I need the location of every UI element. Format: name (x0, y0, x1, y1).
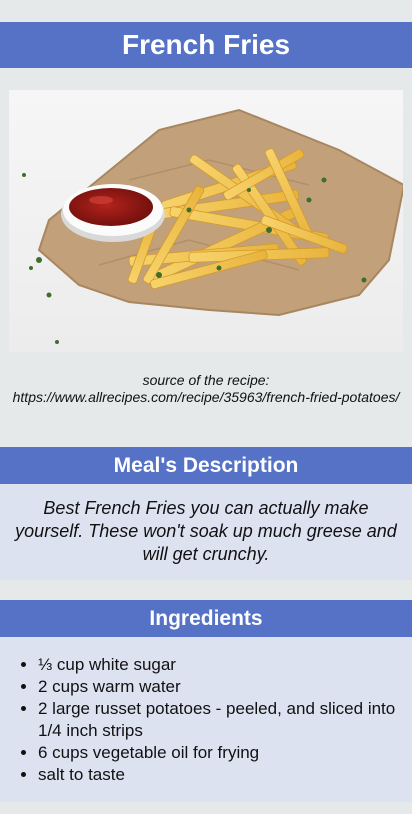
description-heading: Meal's Description (0, 447, 412, 484)
ingredients-panel: ⅓ cup white sugar 2 cups warm water 2 la… (0, 637, 412, 802)
source-prefix: source of the recipe: (142, 372, 270, 388)
ingredient-item: 6 cups vegetable oil for frying (38, 742, 402, 764)
recipe-photo (9, 90, 403, 352)
description-panel: Best French Fries you can actually make … (0, 484, 412, 580)
recipe-page: French Fries source of the recipe: https… (0, 0, 412, 814)
page-title: French Fries (0, 22, 412, 68)
fries-illustration (9, 90, 403, 352)
description-text: Best French Fries you can actually make … (15, 498, 397, 564)
ingredient-item: 2 large russet potatoes - peeled, and sl… (38, 698, 402, 742)
ingredients-heading: Ingredients (0, 600, 412, 637)
source-url: https://www.allrecipes.com/recipe/35963/… (12, 389, 400, 405)
ingredients-list: ⅓ cup white sugar 2 cups warm water 2 la… (38, 654, 402, 786)
ingredient-item: 2 cups warm water (38, 676, 402, 698)
recipe-source: source of the recipe: https://www.allrec… (10, 372, 402, 406)
ingredient-item: salt to taste (38, 764, 402, 786)
ingredient-item: ⅓ cup white sugar (38, 654, 402, 676)
